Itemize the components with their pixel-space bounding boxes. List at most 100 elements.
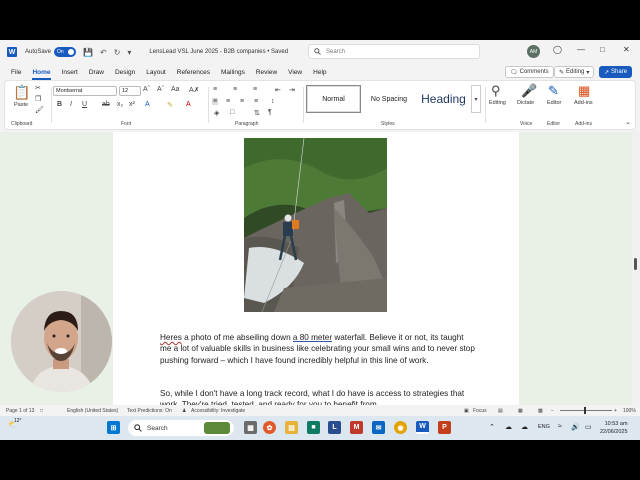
sort-icon[interactable]: ⇅ (254, 109, 260, 117)
zoom-in-icon[interactable]: + (614, 408, 617, 414)
show-formatting-icon[interactable]: ¶ (268, 109, 272, 116)
decrease-indent-icon[interactable]: ⇤ (275, 86, 281, 94)
add-ins-button[interactable]: Add-ins (574, 100, 593, 106)
spelling-error-word[interactable]: Heres (160, 333, 182, 342)
microphone-icon[interactable]: 🎤 (521, 83, 537, 99)
focus-icon[interactable]: ▣ (464, 408, 469, 414)
collapse-ribbon-icon[interactable]: ⌄ (625, 118, 631, 126)
app-icon[interactable]: ■ (307, 421, 320, 434)
font-size-select[interactable]: 12 (119, 86, 141, 96)
restore-icon[interactable]: □ (600, 45, 605, 54)
paste-label[interactable]: Paste (14, 102, 28, 108)
wifi-icon[interactable]: ≈ (558, 423, 562, 430)
numbering-icon[interactable]: ≡ (233, 86, 237, 93)
page-count[interactable]: Page 1 of 13 (6, 408, 34, 414)
tab-references[interactable]: References (177, 69, 210, 76)
close-icon[interactable]: ✕ (623, 45, 630, 54)
redo-icon[interactable]: ↻ (114, 48, 121, 57)
save-icon[interactable]: 💾 (83, 48, 93, 57)
taskbar-search[interactable]: Search (128, 420, 234, 436)
volume-icon[interactable]: 🔊 (571, 423, 580, 431)
avatar[interactable]: AM (527, 45, 540, 58)
powerpoint-icon[interactable]: P (438, 421, 451, 434)
tab-design[interactable]: Design (115, 69, 135, 76)
comments-button[interactable]: 🗨 Comments (505, 66, 554, 78)
tab-review[interactable]: Review (256, 69, 277, 76)
tab-home[interactable]: Home (32, 69, 51, 80)
file-explorer-icon[interactable]: ▤ (285, 421, 298, 434)
text-predictions-status[interactable]: Text Predictions: On (127, 408, 172, 414)
customize-toolbar-icon[interactable]: ▾ (127, 48, 131, 57)
borders-icon[interactable]: □ (230, 109, 234, 116)
tab-draw[interactable]: Draw (89, 69, 104, 76)
minimize-icon[interactable]: — (577, 45, 585, 54)
highlight-icon[interactable]: ✎ (167, 101, 173, 109)
styles-more-icon[interactable]: ▾ (471, 85, 481, 113)
paragraph-track-record[interactable]: So, while I don't have a long track reco… (160, 388, 476, 405)
focus-button[interactable]: Focus (473, 408, 487, 414)
language-status[interactable]: English (United States) (67, 408, 118, 414)
copilot-icon[interactable]: ✿ (263, 421, 276, 434)
align-center-icon[interactable]: ≡ (226, 98, 230, 105)
tab-mailings[interactable]: Mailings (221, 69, 245, 76)
style-no-spacing[interactable]: No Spacing (364, 85, 414, 113)
find-icon[interactable]: ⚲ (491, 83, 501, 99)
paragraph-abseiling[interactable]: Heres a photo of me abseiling down a 80 … (160, 332, 476, 366)
cut-icon[interactable]: ✂ (35, 84, 41, 92)
tab-file[interactable]: File (11, 69, 21, 76)
document-page[interactable]: Heres a photo of me abseiling down a 80 … (113, 132, 519, 405)
scrollbar-thumb[interactable] (634, 258, 637, 270)
add-ins-icon[interactable]: ▦ (578, 83, 590, 99)
chrome-icon[interactable]: ◉ (394, 421, 407, 434)
cloud-icon[interactable]: ☁ (505, 423, 512, 431)
document-title[interactable]: LensLead VSL June 2025 - B2B companies •… (149, 49, 288, 55)
start-icon[interactable]: ⊞ (107, 421, 120, 434)
tab-insert[interactable]: Insert (62, 69, 78, 76)
text-effects-icon[interactable]: A (145, 101, 150, 108)
style-heading[interactable]: Heading (416, 85, 471, 113)
web-layout-icon[interactable]: ▩ (538, 408, 543, 414)
editing-mode-button[interactable]: ✎ Editing ▾ (554, 66, 595, 78)
zoom-level[interactable]: 100% (623, 408, 636, 414)
share-button[interactable]: ↗ Share (599, 66, 633, 78)
bold-icon[interactable]: B (57, 101, 62, 108)
outlook-icon[interactable]: ✉ (372, 421, 385, 434)
increase-indent-icon[interactable]: ⇥ (289, 86, 295, 94)
editing-button[interactable]: Editing (489, 100, 506, 106)
clock[interactable]: 10:53 am 22/06/2025 (600, 420, 628, 436)
vertical-scrollbar[interactable] (632, 132, 640, 405)
tab-view[interactable]: View (288, 69, 302, 76)
print-layout-icon[interactable]: ▦ (518, 408, 523, 414)
task-view-icon[interactable]: ▦ (244, 421, 257, 434)
autosave[interactable]: AutoSave On (25, 47, 77, 57)
line-spacing-icon[interactable]: ↕ (271, 98, 275, 105)
italic-icon[interactable]: I (70, 101, 72, 108)
language-indicator[interactable]: ENG (538, 424, 550, 430)
bullets-icon[interactable]: ≡ (213, 86, 217, 93)
autosave-toggle[interactable]: On (54, 47, 77, 57)
superscript-icon[interactable]: x² (129, 101, 135, 108)
zoom-out-icon[interactable]: − (551, 408, 554, 414)
shading-icon[interactable]: ◈ (214, 109, 219, 117)
style-normal[interactable]: Normal (306, 85, 361, 113)
change-case-icon[interactable]: Aa (171, 86, 180, 93)
accessibility-status[interactable]: Accessibility: Investigate (191, 408, 245, 414)
proofing-icon[interactable]: □ (40, 408, 43, 414)
copy-icon[interactable]: ❐ (35, 95, 41, 103)
zoom-slider-thumb[interactable] (584, 407, 586, 414)
accessibility-icon[interactable]: ♟ (182, 408, 186, 414)
underline-icon[interactable]: U (82, 101, 87, 108)
battery-icon[interactable]: ▭ (585, 423, 592, 431)
search-input[interactable]: Search (308, 44, 480, 59)
gmail-icon[interactable]: M (350, 421, 363, 434)
editor-button[interactable]: Editor (547, 100, 561, 106)
onedrive-icon[interactable]: ☁ (521, 423, 528, 431)
dictate-button[interactable]: Dictate (517, 100, 534, 106)
justify-icon[interactable]: ≡ (254, 98, 258, 105)
lightbulb-icon[interactable]: ◯ (553, 45, 562, 54)
font-color-icon[interactable]: A (186, 101, 191, 108)
undo-icon[interactable]: ↶ (100, 48, 107, 57)
editor-icon[interactable]: ✎ (548, 83, 559, 99)
weather-temperature[interactable]: 12° (14, 418, 22, 424)
tab-help[interactable]: Help (313, 69, 326, 76)
